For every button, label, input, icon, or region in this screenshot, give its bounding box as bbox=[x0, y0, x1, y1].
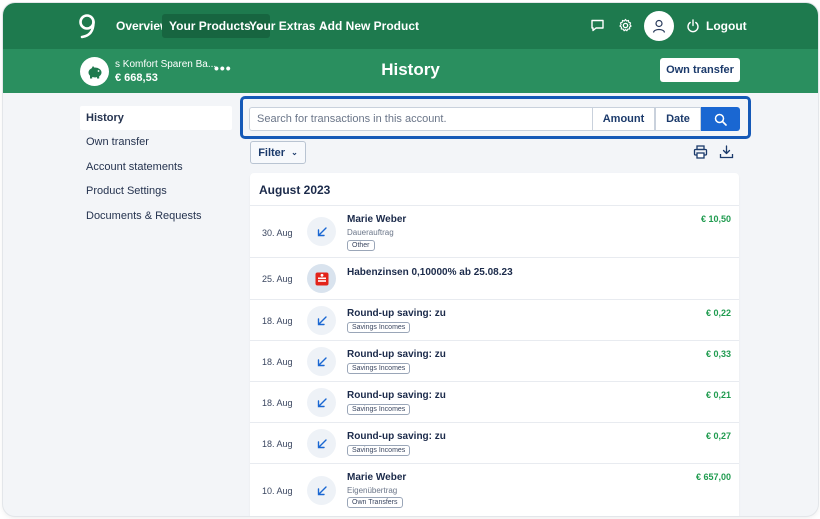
transaction-date: 10. Aug bbox=[262, 486, 293, 496]
logout-label: Logout bbox=[706, 19, 747, 33]
transaction-amount: € 657,00 bbox=[695, 472, 731, 482]
month-heading: August 2023 bbox=[259, 183, 331, 197]
own-transfer-button[interactable]: Own transfer bbox=[660, 58, 740, 82]
app-window: Overview Your Products ⌄ Your Extras ⌄ Add… bbox=[3, 3, 818, 516]
user-icon bbox=[652, 19, 666, 33]
search-input[interactable]: Search for transactions in this account. bbox=[249, 107, 593, 131]
incoming-arrow-icon bbox=[307, 476, 336, 505]
transaction-row[interactable]: 30. Aug Marie Weber Dauerauftrag Other €… bbox=[250, 205, 739, 257]
top-navigation: Overview Your Products ⌄ Your Extras ⌄ Add… bbox=[3, 3, 818, 49]
incoming-arrow-icon bbox=[307, 347, 336, 376]
category-tag: Savings Incomes bbox=[347, 322, 411, 333]
incoming-arrow-icon bbox=[307, 217, 336, 246]
transaction-row[interactable]: 18. Aug Round-up saving: zu Savings Inco… bbox=[250, 340, 739, 381]
transaction-amount: € 0,21 bbox=[705, 390, 731, 400]
transaction-title: Marie Weber bbox=[347, 472, 407, 483]
transaction-amount: € 0,22 bbox=[705, 308, 731, 318]
transaction-amount: € 0,33 bbox=[705, 349, 731, 359]
search-icon bbox=[714, 113, 727, 126]
filter-label: Filter bbox=[258, 146, 286, 159]
chevron-down-icon: ⌄ bbox=[291, 148, 298, 157]
transaction-amount: € 0,27 bbox=[705, 431, 731, 441]
transaction-title: Round-up saving: zu bbox=[347, 431, 446, 442]
transaction-title: Marie Weber bbox=[347, 214, 407, 225]
transaction-date: 18. Aug bbox=[262, 439, 293, 449]
gear-icon[interactable] bbox=[618, 18, 633, 33]
transaction-subtitle: Eigenübertrag bbox=[347, 486, 398, 495]
transaction-title: Round-up saving: zu bbox=[347, 308, 446, 319]
category-tag: Savings Incomes bbox=[347, 445, 411, 456]
amount-button[interactable]: Amount bbox=[592, 107, 655, 131]
incoming-arrow-icon bbox=[307, 388, 336, 417]
transaction-row[interactable]: 18. Aug Round-up saving: zu Savings Inco… bbox=[250, 381, 739, 422]
transaction-date: 30. Aug bbox=[262, 228, 293, 238]
avatar[interactable] bbox=[644, 11, 674, 41]
transaction-title: Habenzinsen 0,10000% ab 25.08.23 bbox=[347, 267, 513, 278]
logout-button[interactable]: Logout bbox=[686, 16, 747, 36]
nav-add-new-product[interactable]: Add New Product bbox=[319, 14, 419, 38]
category-tag: Savings Incomes bbox=[347, 404, 411, 415]
transaction-row[interactable]: 10. Aug Marie Weber Eigenübertrag Own Tr… bbox=[250, 463, 739, 516]
transaction-list: August 2023 30. Aug Marie Weber Dauerauf… bbox=[250, 173, 739, 516]
category-tag: Own Transfers bbox=[347, 497, 403, 508]
sidebar-item-account-statements[interactable]: Account statements bbox=[80, 155, 232, 179]
category-tag: Other bbox=[347, 240, 375, 251]
sidebar-item-history[interactable]: History bbox=[80, 106, 232, 130]
transaction-subtitle: Dauerauftrag bbox=[347, 228, 394, 237]
filter-button[interactable]: Filter ⌄ bbox=[250, 141, 306, 164]
date-button[interactable]: Date bbox=[655, 107, 701, 131]
nav-your-extras-label: Your Extras bbox=[249, 19, 316, 33]
transaction-row[interactable]: 18. Aug Round-up saving: zu Savings Inco… bbox=[250, 299, 739, 340]
transaction-row[interactable]: 25. Aug Habenzinsen 0,10000% ab 25.08.23 bbox=[250, 257, 739, 299]
incoming-arrow-icon bbox=[307, 429, 336, 458]
transaction-date: 18. Aug bbox=[262, 357, 293, 367]
chat-icon[interactable] bbox=[590, 18, 605, 33]
transaction-date: 18. Aug bbox=[262, 398, 293, 408]
transaction-date: 18. Aug bbox=[262, 316, 293, 326]
transaction-amount: € 10,50 bbox=[700, 214, 731, 224]
incoming-arrow-icon bbox=[307, 306, 336, 335]
nav-your-products-label: Your Products bbox=[169, 19, 251, 33]
nav-your-extras[interactable]: Your Extras ⌄ bbox=[249, 14, 328, 38]
power-icon bbox=[687, 19, 699, 33]
search-button[interactable] bbox=[701, 107, 740, 131]
category-tag: Savings Incomes bbox=[347, 363, 411, 374]
transaction-title: Round-up saving: zu bbox=[347, 349, 446, 360]
sidebar-item-own-transfer[interactable]: Own transfer bbox=[80, 130, 232, 154]
sidebar-item-documents-requests[interactable]: Documents & Requests bbox=[80, 204, 232, 228]
logo-icon[interactable] bbox=[75, 12, 99, 40]
download-icon[interactable] bbox=[719, 145, 734, 159]
bank-logo-icon bbox=[307, 264, 336, 293]
print-icon[interactable] bbox=[693, 145, 708, 159]
transaction-row[interactable]: 18. Aug Round-up saving: zu Savings Inco… bbox=[250, 422, 739, 463]
transaction-date: 25. Aug bbox=[262, 274, 293, 284]
transaction-title: Round-up saving: zu bbox=[347, 390, 446, 401]
sidebar-item-product-settings[interactable]: Product Settings bbox=[80, 179, 232, 203]
